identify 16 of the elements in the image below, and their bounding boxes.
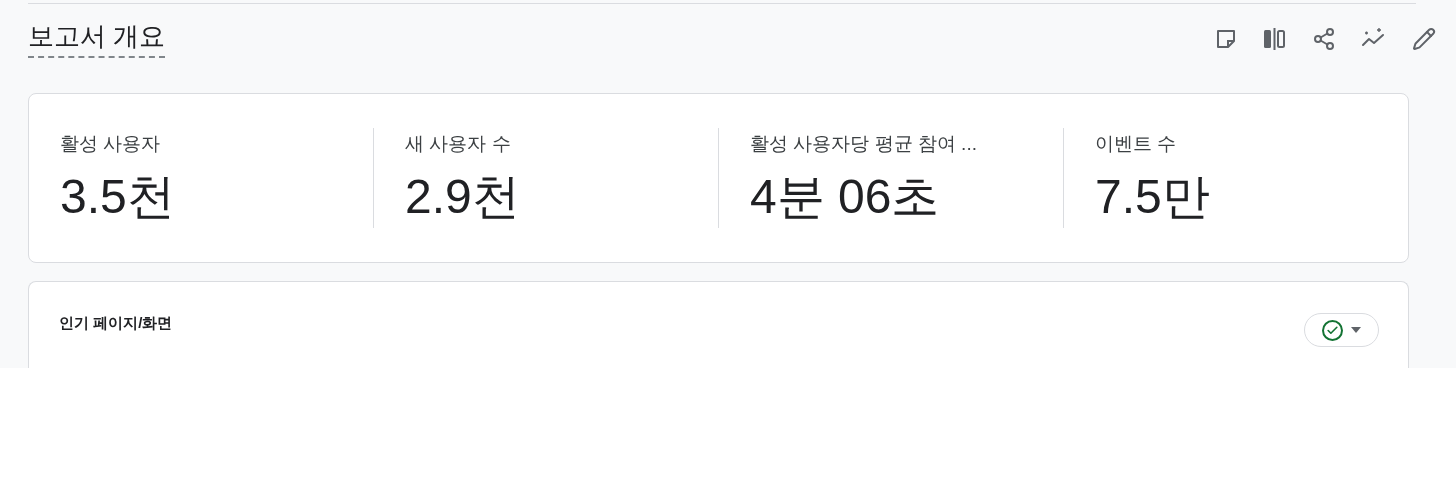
metric-value: 3.5천 bbox=[60, 168, 176, 225]
metric-label: 이벤트 수 bbox=[1095, 132, 1178, 156]
caret-icon bbox=[1351, 327, 1361, 333]
card-title: 인기 페이지/화면 bbox=[59, 313, 173, 333]
metric-label: 새 사용자 수 bbox=[405, 132, 512, 156]
metric-value: 7.5만 bbox=[1095, 168, 1211, 225]
metric-value: 4분 06초 bbox=[750, 168, 941, 225]
status-dropdown[interactable] bbox=[1304, 313, 1379, 347]
share-icon[interactable] bbox=[1312, 27, 1336, 51]
edit-icon[interactable] bbox=[1412, 27, 1436, 51]
compare-columns-icon[interactable] bbox=[1262, 27, 1288, 51]
note-icon[interactable] bbox=[1214, 27, 1238, 51]
metric-value: 2.9천 bbox=[405, 168, 521, 225]
metric-label: 활성 사용자 bbox=[60, 132, 162, 156]
metric-label: 활성 사용자당 평균 참여 ... bbox=[750, 132, 978, 156]
report-title: 보고서 개요 bbox=[28, 20, 166, 58]
